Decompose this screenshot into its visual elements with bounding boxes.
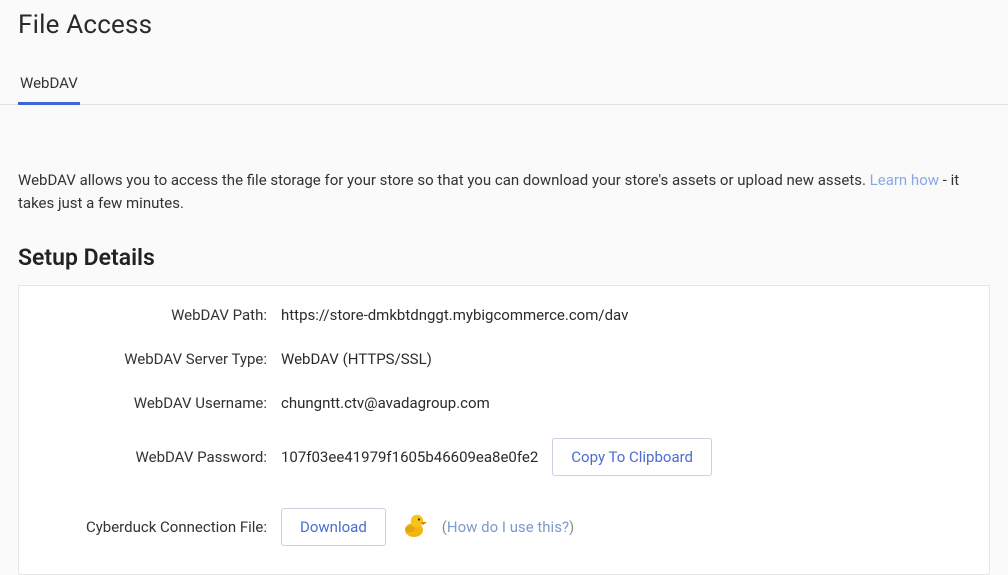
how-do-i-use-this-link[interactable]: How do I use this? [447,518,569,536]
row-server-type: WebDAV Server Type: WebDAV (HTTPS/SSL) [37,350,971,368]
setup-details-heading: Setup Details [0,216,1008,285]
paren-close: ) [569,518,574,536]
row-password: WebDAV Password: 107f03ee41979f1605b4660… [37,438,971,476]
tab-webdav[interactable]: WebDAV [18,64,80,104]
tabs-bar: WebDAV [0,40,1008,105]
value-username: chungntt.ctv@avadagroup.com [281,394,490,412]
page-title: File Access [0,0,1008,40]
how-use-wrapper: (How do I use this?) [442,518,575,536]
row-webdav-path: WebDAV Path: https://store-dmkbtdnggt.my… [37,306,971,324]
value-password: 107f03ee41979f1605b46609ea8e0fe2 [281,448,538,466]
row-connection-file: Cyberduck Connection File: Download (How… [37,508,971,546]
label-server-type: WebDAV Server Type: [37,350,281,368]
learn-how-link[interactable]: Learn how [870,171,939,189]
value-server-type: WebDAV (HTTPS/SSL) [281,350,432,368]
download-button[interactable]: Download [281,508,386,546]
intro-paragraph: WebDAV allows you to access the file sto… [0,105,1008,216]
label-webdav-path: WebDAV Path: [37,306,281,324]
label-username: WebDAV Username: [37,394,281,412]
label-password: WebDAV Password: [37,448,281,466]
value-webdav-path: https://store-dmkbtdnggt.mybigcommerce.c… [281,306,628,324]
label-connection-file: Cyberduck Connection File: [37,518,281,536]
copy-to-clipboard-button[interactable]: Copy To Clipboard [552,438,712,476]
setup-details-card: WebDAV Path: https://store-dmkbtdnggt.my… [18,285,990,575]
row-username: WebDAV Username: chungntt.ctv@avadagroup… [37,394,971,412]
cyberduck-icon [400,511,428,543]
intro-text-part1: WebDAV allows you to access the file sto… [18,171,870,189]
